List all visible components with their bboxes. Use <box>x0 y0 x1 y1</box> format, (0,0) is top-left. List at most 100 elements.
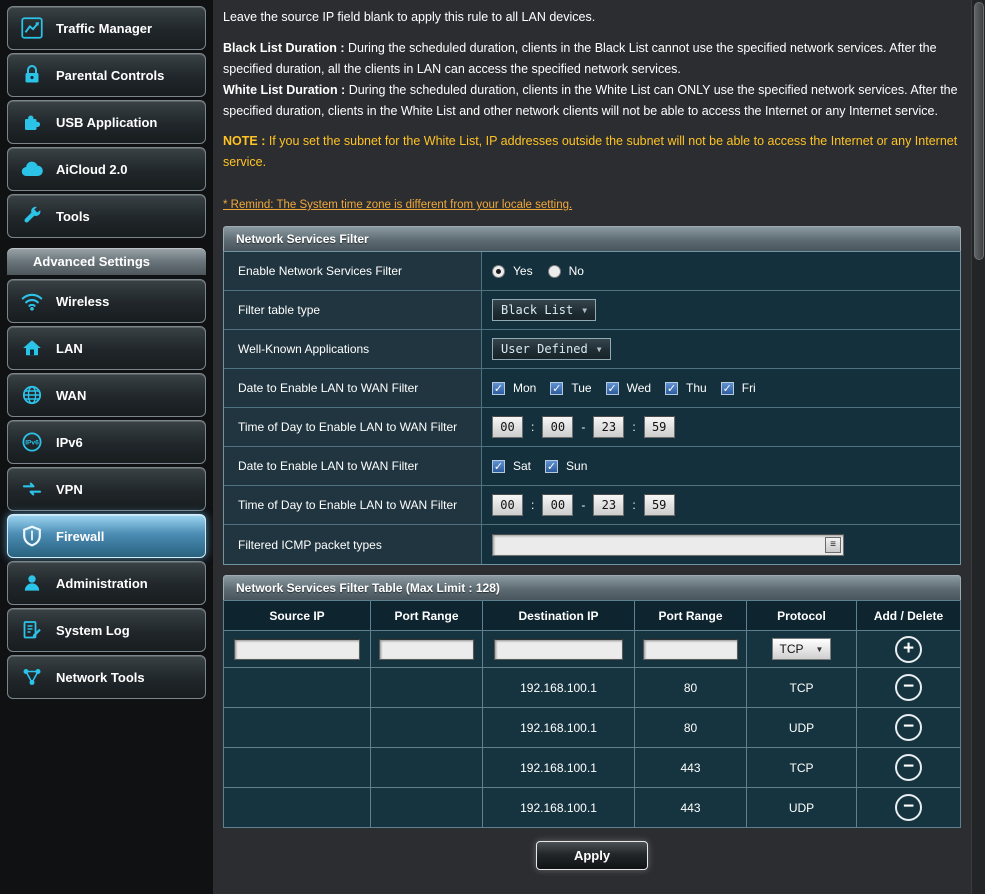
puzzle-icon <box>16 110 48 134</box>
cell-port-range <box>370 667 483 708</box>
sidebar-item-label: LAN <box>56 340 83 356</box>
fri-checkbox[interactable]: ✓ <box>720 381 734 395</box>
ipv6-icon: IPv6 <box>16 430 48 454</box>
sidebar-item-wireless[interactable]: Wireless <box>7 279 206 323</box>
protocol-select[interactable]: TCP ▼ <box>771 638 832 660</box>
sat-checkbox[interactable]: ✓ <box>492 459 505 473</box>
dest-port-input[interactable] <box>642 638 739 660</box>
sidebar-item-label: System Log <box>56 622 130 638</box>
end-hour-input[interactable] <box>593 494 625 516</box>
weekday-checkbox-group: ✓ Mon ✓ Tue ✓ Wed ✓ Thu ✓ Fri <box>482 369 960 407</box>
filter-type-control: Black List ▼ <box>482 291 960 329</box>
sidebar-item-wan[interactable]: WAN <box>7 373 206 417</box>
enable-yes-radio[interactable] <box>492 264 505 278</box>
field-label: Enable Network Services Filter <box>224 252 482 290</box>
sidebar-item-network-tools[interactable]: Network Tools <box>7 655 206 699</box>
mon-checkbox[interactable]: ✓ <box>492 381 505 395</box>
sidebar-item-label: IPv6 <box>56 434 83 450</box>
col-add-delete: Add / Delete <box>856 600 961 631</box>
sidebar-item-label: USB Application <box>56 114 158 130</box>
scrollbar-thumb[interactable] <box>974 2 984 260</box>
source-ip-input[interactable] <box>234 638 360 660</box>
cell-dest-ip: 192.168.100.1 <box>482 747 635 788</box>
sidebar-item-system-log[interactable]: System Log <box>7 608 206 652</box>
add-rule-button[interactable]: + <box>895 635 922 663</box>
cell-source-ip <box>223 667 371 708</box>
white-list-term: White List Duration : <box>223 83 346 97</box>
cell-dest-port: 80 <box>634 667 747 708</box>
apply-row: Apply <box>223 841 961 870</box>
tue-checkbox[interactable]: ✓ <box>550 381 564 395</box>
lock-icon <box>16 63 48 87</box>
vpn-icon <box>16 477 48 501</box>
fri-label: Fri <box>741 381 756 395</box>
sidebar-item-administration[interactable]: Administration <box>7 561 206 605</box>
cell-port-range <box>370 747 483 788</box>
apply-button[interactable]: Apply <box>536 841 648 870</box>
end-minute-input[interactable] <box>643 416 675 438</box>
delete-rule-button[interactable]: − <box>895 674 922 701</box>
network-icon <box>16 665 48 689</box>
well-known-apps-select[interactable]: User Defined ▼ <box>492 338 611 360</box>
sidebar-item-parental-controls[interactable]: Parental Controls <box>7 53 206 97</box>
sidebar-item-label: AiCloud 2.0 <box>56 161 128 177</box>
thu-label: Thu <box>686 381 707 395</box>
router-admin-page: Traffic Manager Parental Controls USB Ap… <box>0 0 985 894</box>
enable-no-label: No <box>568 264 584 278</box>
start-hour-input[interactable] <box>492 416 523 438</box>
sidebar-item-ipv6[interactable]: IPv6 IPv6 <box>7 420 206 464</box>
wifi-icon <box>16 288 48 314</box>
cell-dest-ip: 192.168.100.1 <box>482 667 635 708</box>
time-colon: : <box>531 420 535 434</box>
cell-protocol: TCP <box>746 667 857 708</box>
cell-source-ip <box>223 707 371 748</box>
icmp-packet-types-input[interactable] <box>493 534 825 555</box>
weekday-time-row: Time of Day to Enable LAN to WAN Filter … <box>224 408 960 447</box>
sidebar-item-aicloud[interactable]: AiCloud 2.0 <box>7 147 206 191</box>
col-port-range: Port Range <box>370 600 483 631</box>
wed-label: Wed <box>626 381 652 395</box>
filter-type-row: Filter table type Black List ▼ <box>224 291 960 330</box>
sidebar-item-firewall[interactable]: Firewall <box>7 514 206 558</box>
icmp-control: ≡ <box>482 525 960 564</box>
sidebar-item-label: Tools <box>56 208 90 224</box>
svg-text:IPv6: IPv6 <box>25 440 39 447</box>
sidebar-item-lan[interactable]: LAN <box>7 326 206 370</box>
chevron-down-icon: ▼ <box>596 344 602 354</box>
field-label: Filter table type <box>224 291 482 329</box>
keyboard-helper-icon[interactable]: ≡ <box>825 536 841 553</box>
filter-type-select[interactable]: Black List ▼ <box>492 299 597 321</box>
end-minute-input[interactable] <box>643 494 675 516</box>
sidebar-item-tools[interactable]: Tools <box>7 194 206 238</box>
end-hour-input[interactable] <box>593 416 625 438</box>
sat-label: Sat <box>513 459 532 473</box>
wed-checkbox[interactable]: ✓ <box>605 381 619 395</box>
enable-filter-row: Enable Network Services Filter Yes No <box>224 252 960 291</box>
cell-protocol: UDP <box>746 707 857 748</box>
thu-checkbox[interactable]: ✓ <box>665 381 679 395</box>
timezone-remind-link[interactable]: * Remind: The System time zone is differ… <box>223 195 572 216</box>
wrench-icon <box>16 204 48 228</box>
sidebar-item-label: Network Tools <box>56 669 145 685</box>
delete-rule-button[interactable]: − <box>895 794 922 821</box>
vertical-scrollbar[interactable] <box>971 0 985 894</box>
delete-rule-button[interactable]: − <box>895 754 922 781</box>
chevron-down-icon: ▼ <box>815 644 824 654</box>
house-icon <box>16 336 48 360</box>
field-label: Time of Day to Enable LAN to WAN Filter <box>224 408 482 446</box>
dest-ip-input[interactable] <box>493 638 624 660</box>
start-minute-input[interactable] <box>542 416 574 438</box>
enable-no-radio[interactable] <box>547 264 561 278</box>
main-content: Leave the source IP field blank to apply… <box>213 0 971 894</box>
start-hour-input[interactable] <box>492 494 523 516</box>
start-minute-input[interactable] <box>542 494 574 516</box>
icmp-field-wrap: ≡ <box>492 533 844 556</box>
sidebar-item-traffic-manager[interactable]: Traffic Manager <box>7 6 206 50</box>
cell-port-range <box>370 707 483 748</box>
port-range-input[interactable] <box>378 638 475 660</box>
cell-dest-port: 80 <box>634 707 747 748</box>
sidebar-item-vpn[interactable]: VPN <box>7 467 206 511</box>
delete-rule-button[interactable]: − <box>895 714 922 741</box>
sidebar-item-usb-application[interactable]: USB Application <box>7 100 206 144</box>
sun-checkbox[interactable]: ✓ <box>545 459 559 473</box>
